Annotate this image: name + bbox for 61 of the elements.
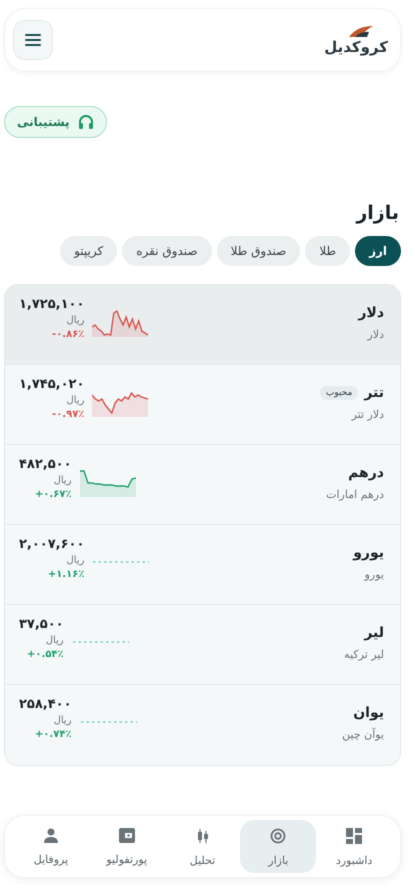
currency-subtitle: یوآن چین <box>342 728 384 741</box>
price-value: ۱,۷۲۵,۱۰۰ <box>19 297 84 312</box>
currency-name: لیر <box>364 625 384 641</box>
headset-icon <box>78 114 94 130</box>
nav-item[interactable]: پورتفولیو <box>88 820 165 873</box>
sparkline-drawing <box>92 558 150 564</box>
currency-row[interactable]: دلار دلار ۱,۷۲۵,۱۰۰ ریال -۰.۸۶٪ <box>5 285 400 365</box>
sparkline-drawing <box>72 638 130 644</box>
candlestick-icon <box>196 828 210 844</box>
category-tab[interactable]: صندوق نقره <box>122 236 212 266</box>
currency-unit: ریال <box>54 475 72 486</box>
wallet-icon <box>118 828 135 843</box>
logo-text: کروکدیل <box>324 38 388 56</box>
menu-icon <box>25 34 41 46</box>
currency-unit: ریال <box>46 635 64 646</box>
currency-name: دلار <box>358 305 384 321</box>
change-percent: +۱.۱۶٪ <box>48 569 84 580</box>
currency-unit: ریال <box>66 395 84 406</box>
currency-subtitle: لیر ترکیه <box>344 648 384 661</box>
support-button[interactable]: پشتیبانی <box>4 106 107 138</box>
currency-name: یوان <box>353 705 384 721</box>
popular-tag: محبوب <box>320 386 358 400</box>
currency-name: درهم <box>348 465 384 481</box>
sparkline-drawing <box>80 718 138 724</box>
currency-unit: ریال <box>66 315 84 326</box>
change-percent: +۰.۷۴٪ <box>34 729 72 740</box>
bird-logo-icon <box>347 24 376 38</box>
currency-row[interactable]: تتر محبوب دلار تتر ۱,۷۴۵,۰۲۰ ریال -۰.۹۷٪ <box>5 365 400 445</box>
grid-icon <box>346 828 362 844</box>
currency-row[interactable]: لیر لیر ترکیه ۳۷,۵۰۰ ریال +۰.۵۴٪ <box>5 605 400 685</box>
nav-item[interactable]: تحلیل <box>164 820 240 873</box>
price-value: ۳۷,۵۰۰ <box>19 617 64 632</box>
category-tab[interactable]: طلا <box>305 236 350 266</box>
change-percent: +۰.۵۴٪ <box>27 649 64 660</box>
nav-item[interactable]: داشبورد <box>316 820 392 873</box>
currency-name: تتر <box>364 385 384 401</box>
price-value: ۲,۰۰۷,۶۰۰ <box>19 537 84 552</box>
nav-item[interactable]: بازار <box>240 820 316 873</box>
person-icon <box>44 828 58 843</box>
currency-subtitle: درهم امارات <box>326 488 384 501</box>
category-tab[interactable]: کریپتو <box>60 236 118 266</box>
price-value: ۲۵۸,۴۰۰ <box>19 697 72 712</box>
currency-subtitle: دلار تتر <box>350 408 384 421</box>
currency-unit: ریال <box>54 715 72 726</box>
nav-item[interactable]: پروفایل <box>13 820 89 873</box>
change-percent: -۰.۸۶٪ <box>52 329 84 340</box>
section-title: بازار <box>354 202 399 224</box>
currency-name: یورو <box>353 545 384 561</box>
currency-row[interactable]: درهم درهم امارات ۴۸۲,۵۰۰ ریال +۰.۶۷٪ <box>5 445 400 525</box>
menu-button[interactable] <box>13 20 53 60</box>
currency-row[interactable]: یورو یورو ۲,۰۰۷,۶۰۰ ریال +۱.۱۶٪ <box>5 525 400 605</box>
currency-unit: ریال <box>66 555 84 566</box>
category-tab[interactable]: صندوق طلا <box>216 236 300 266</box>
change-percent: +۰.۶۷٪ <box>34 489 72 500</box>
category-tab[interactable]: ارز <box>355 236 401 266</box>
currency-subtitle: دلار <box>366 328 384 341</box>
price-value: ۴۸۲,۵۰۰ <box>19 457 72 472</box>
currency-subtitle: یورو <box>363 568 384 581</box>
price-value: ۱,۷۴۵,۰۲۰ <box>19 377 84 392</box>
currency-row[interactable]: یوان یوآن چین ۲۵۸,۴۰۰ ریال +۰.۷۴٪ <box>5 685 400 765</box>
change-percent: -۰.۹۷٪ <box>52 409 84 420</box>
